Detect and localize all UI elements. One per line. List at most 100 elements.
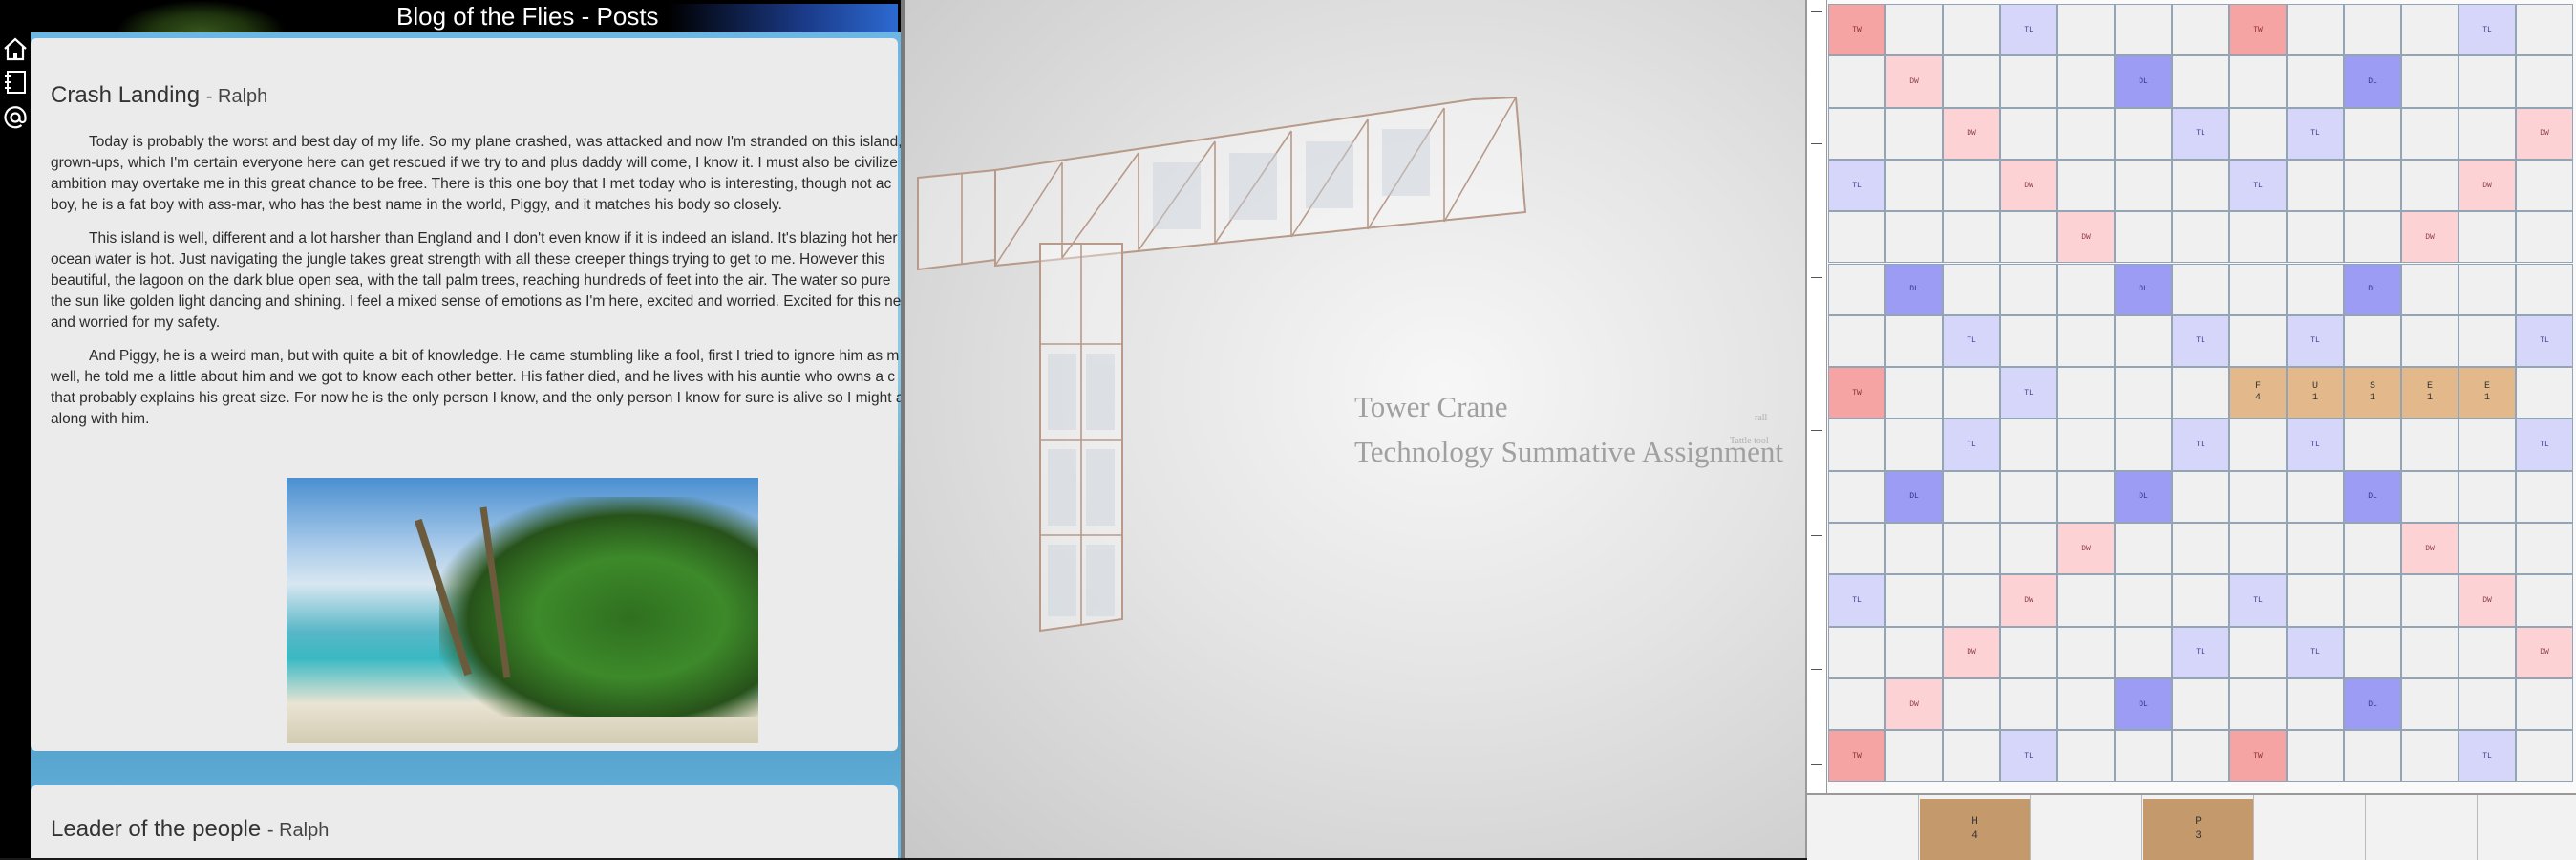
premium-square-tl[interactable]: TL [2287,107,2344,160]
premium-square-tl[interactable]: TL [2516,314,2573,368]
board-square[interactable] [2172,263,2229,315]
board-square[interactable] [2229,677,2287,731]
board-scroll-ruler[interactable] [1807,0,1827,793]
board-square[interactable] [1943,470,2000,523]
board-square[interactable] [1943,574,2000,627]
board-square[interactable] [2344,107,2401,160]
board-square[interactable] [1828,107,1885,160]
rack-slot[interactable] [2478,795,2576,860]
premium-square-dl[interactable]: DL [2115,470,2172,523]
board-square[interactable] [2229,211,2287,264]
board-square[interactable] [2287,159,2344,212]
premium-square-tl[interactable]: TL [2000,367,2057,419]
board-square[interactable] [2172,574,2229,627]
rack-slot[interactable] [2031,795,2142,860]
board-square[interactable] [1943,159,2000,212]
board-square[interactable] [1885,4,1943,56]
board-square[interactable] [2115,159,2172,212]
at-sign-icon[interactable] [2,104,29,131]
premium-square-tl[interactable]: TL [2000,4,2057,56]
premium-square-dw[interactable]: DW [2401,523,2459,575]
board-square[interactable] [1943,211,2000,264]
premium-square-tw[interactable]: TW [2229,4,2287,56]
board-square[interactable] [1885,574,1943,627]
board-square[interactable] [2401,470,2459,523]
placed-tile[interactable]: U1 [2287,367,2344,419]
home-icon[interactable] [2,35,29,62]
board-square[interactable] [2401,314,2459,368]
board-square[interactable] [1885,730,1943,783]
board-square[interactable] [1943,367,2000,419]
board-square[interactable] [2000,107,2057,160]
board-square[interactable] [1943,730,2000,783]
board-square[interactable] [1885,367,1943,419]
board-square[interactable] [2000,314,2057,368]
board-square[interactable] [2344,730,2401,783]
premium-square-dw[interactable]: DW [1943,107,2000,160]
premium-square-tl[interactable]: TL [1943,314,2000,368]
premium-square-dw[interactable]: DW [1885,55,1943,108]
board-square[interactable] [2115,314,2172,368]
premium-square-tl[interactable]: TL [2287,314,2344,368]
board-square[interactable] [2287,470,2344,523]
board-square[interactable] [2115,419,2172,471]
board-square[interactable] [2057,574,2115,627]
board-square[interactable] [2459,263,2516,315]
board-square[interactable] [1828,211,1885,264]
board-square[interactable] [2057,626,2115,678]
board-square[interactable] [2401,263,2459,315]
board-square[interactable] [2000,626,2057,678]
board-square[interactable] [2229,107,2287,160]
rack-slot[interactable] [2366,795,2478,860]
board-square[interactable] [2401,677,2459,731]
board-square[interactable] [2516,523,2573,575]
board-square[interactable] [2344,626,2401,678]
premium-square-dw[interactable]: DW [2000,574,2057,627]
board-square[interactable] [2401,55,2459,108]
board-square[interactable] [2401,159,2459,212]
board-square[interactable] [2287,55,2344,108]
board-square[interactable] [2000,263,2057,315]
board-square[interactable] [2459,523,2516,575]
placed-tile[interactable]: F4 [2229,367,2287,419]
board-square[interactable] [2115,4,2172,56]
premium-square-dw[interactable]: DW [1943,626,2000,678]
board-square[interactable] [1943,55,2000,108]
premium-square-dw[interactable]: DW [2459,574,2516,627]
board-square[interactable] [2287,523,2344,575]
board-square[interactable] [2401,419,2459,471]
board-square[interactable] [1943,4,2000,56]
premium-square-tl[interactable]: TL [2172,626,2229,678]
rack-slot[interactable] [1807,795,1919,860]
board-square[interactable] [2229,626,2287,678]
rack-slot[interactable] [2254,795,2366,860]
premium-square-dw[interactable]: DW [2057,523,2115,575]
board-square[interactable] [2287,263,2344,315]
premium-square-tl[interactable]: TL [2172,107,2229,160]
board-square[interactable] [1885,211,1943,264]
board-square[interactable] [2172,159,2229,212]
board-square[interactable] [2229,314,2287,368]
board-square[interactable] [2229,470,2287,523]
premium-square-dw[interactable]: DW [2000,159,2057,212]
board-square[interactable] [2516,677,2573,731]
board-square[interactable] [1885,107,1943,160]
board-square[interactable] [2057,677,2115,731]
board-square[interactable] [2459,314,2516,368]
board-square[interactable] [2057,367,2115,419]
board-square[interactable] [2115,367,2172,419]
premium-square-dl[interactable]: DL [2344,470,2401,523]
board-square[interactable] [2057,314,2115,368]
placed-tile[interactable]: S1 [2344,367,2401,419]
board-square[interactable] [2344,314,2401,368]
board-square[interactable] [2401,4,2459,56]
board-square[interactable] [2287,730,2344,783]
placed-tile[interactable]: E1 [2459,367,2516,419]
board-square[interactable] [2115,626,2172,678]
board-square[interactable] [2516,211,2573,264]
board-square[interactable] [1828,626,1885,678]
board-square[interactable] [1828,55,1885,108]
premium-square-dl[interactable]: DL [2344,55,2401,108]
premium-square-tl[interactable]: TL [2287,419,2344,471]
premium-square-tl[interactable]: TL [1828,159,1885,212]
